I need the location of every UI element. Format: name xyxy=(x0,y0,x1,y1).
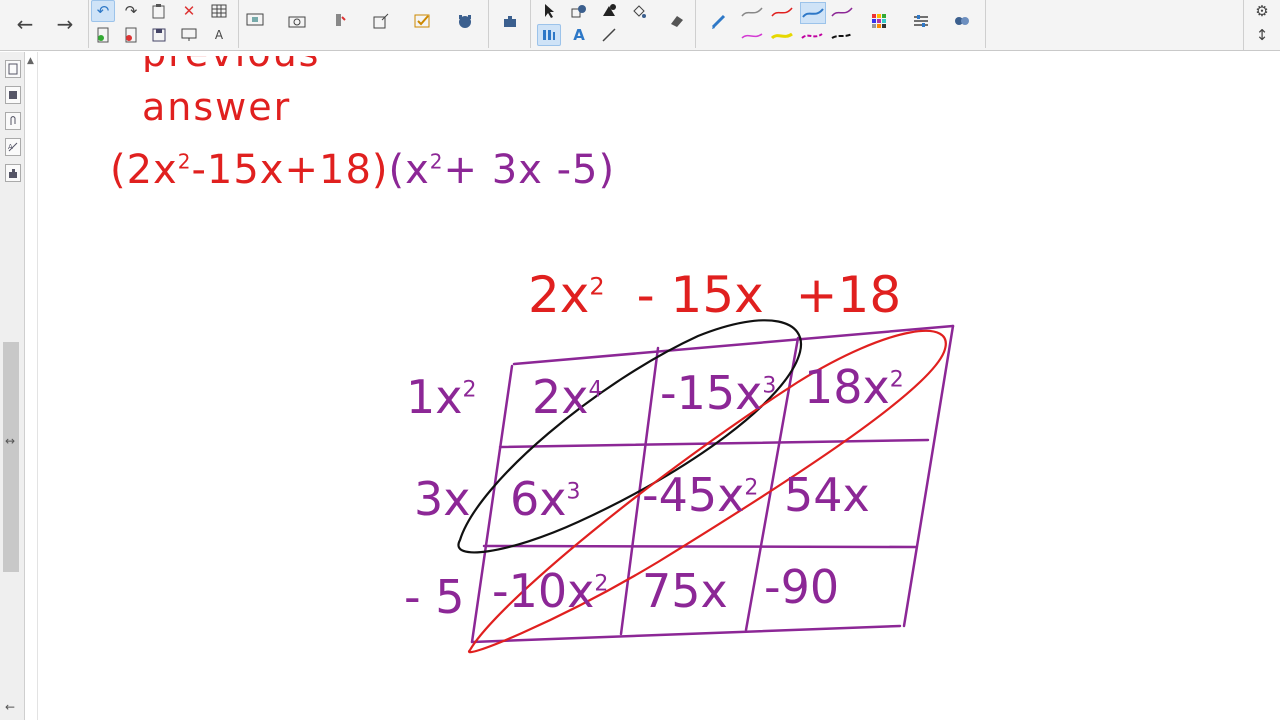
box-grid xyxy=(457,319,955,654)
table-icon[interactable] xyxy=(207,0,231,22)
cell-r1-c1: 2x4 xyxy=(532,370,603,424)
insert-icon[interactable] xyxy=(369,10,393,32)
camera-icon[interactable] xyxy=(285,10,309,32)
pen-sample-blue-active[interactable] xyxy=(800,2,826,24)
shapes-icon[interactable] xyxy=(567,0,591,22)
cell-r1-c3: 18x2 xyxy=(804,360,904,414)
whiteboard-canvas[interactable]: previous answer (2x2-15x+18)(x2+ 3x -5) … xyxy=(38,52,1280,720)
page-delete-icon[interactable] xyxy=(119,24,143,46)
activity-icon[interactable] xyxy=(453,10,477,32)
color-grid-icon[interactable] xyxy=(867,10,891,32)
check-icon[interactable] xyxy=(411,10,435,32)
svg-text:A: A xyxy=(8,143,13,151)
addon-group xyxy=(488,0,531,48)
undo-icon[interactable]: ↶ xyxy=(91,0,115,22)
cell-r3-c3: -90 xyxy=(764,560,840,614)
fill-icon[interactable] xyxy=(627,0,651,22)
cell-r1-c2: -15x3 xyxy=(660,366,777,420)
tools-group: A xyxy=(530,0,696,48)
page-edge: ▲ xyxy=(25,52,38,720)
cell-r2-c2: -45x2 xyxy=(642,468,759,522)
left-factor-1: 1x2 xyxy=(406,370,477,424)
save-icon[interactable] xyxy=(147,24,171,46)
link-icon[interactable] xyxy=(950,10,974,32)
line-icon[interactable] xyxy=(597,24,621,46)
addons-tab[interactable] xyxy=(5,164,21,182)
pen-sample-magenta[interactable] xyxy=(740,26,764,46)
pen-tool-icon[interactable] xyxy=(537,24,561,46)
pen-group xyxy=(695,0,986,48)
redo-icon[interactable]: ↷ xyxy=(119,0,143,22)
pen-sample-red[interactable] xyxy=(770,2,794,22)
cell-r2-c3: 54x xyxy=(784,468,870,522)
pen-sample-gray[interactable] xyxy=(740,2,764,22)
left-factor-2: 3x xyxy=(414,472,471,526)
cell-r2-c1: 6x3 xyxy=(510,472,581,526)
fill-shapes-icon[interactable] xyxy=(597,0,621,22)
arrow-left-icon[interactable]: ← xyxy=(10,2,40,46)
page-add-icon[interactable] xyxy=(91,24,115,46)
pen-sample-dashed-black[interactable] xyxy=(830,26,854,46)
attachments-tab[interactable] xyxy=(5,112,21,130)
main-toolbar: ← → ↶ ↷ ✕ A A xyxy=(0,0,1280,51)
pen-sample-yellow[interactable] xyxy=(770,26,794,46)
cell-r3-c1: -10x2 xyxy=(492,564,609,618)
pen-icon[interactable] xyxy=(707,10,731,32)
right-panel: ⚙ ↕ xyxy=(1243,0,1280,50)
nav-group: ← → xyxy=(0,0,89,48)
screen-shade-icon[interactable] xyxy=(243,10,267,32)
select-icon[interactable] xyxy=(537,0,561,22)
cell-r3-c2: 75x xyxy=(642,564,728,618)
pen-sample-dashed-magenta[interactable] xyxy=(800,26,824,46)
arrow-left-small-icon[interactable]: ← xyxy=(5,700,15,714)
paste-icon[interactable] xyxy=(147,0,171,22)
collapse-arrow-icon[interactable]: ↔ xyxy=(5,434,15,448)
addon-icon[interactable] xyxy=(498,10,522,32)
text-icon[interactable]: A xyxy=(567,24,591,46)
gear-icon[interactable]: ⚙ xyxy=(1250,0,1274,22)
properties-icon[interactable] xyxy=(909,10,933,32)
delete-icon[interactable]: ✕ xyxy=(177,0,201,22)
properties-tab[interactable]: A xyxy=(5,138,21,156)
eraser-icon[interactable] xyxy=(665,10,689,32)
display-icon[interactable] xyxy=(177,24,201,46)
handwriting-icon[interactable]: A xyxy=(207,24,231,46)
chevron-up-icon[interactable]: ▲ xyxy=(27,56,34,66)
insert-group xyxy=(238,0,489,48)
gallery-tab[interactable] xyxy=(5,86,21,104)
side-tab-bar: A ↔ ← xyxy=(0,52,25,720)
left-factor-3: - 5 xyxy=(404,570,465,624)
expand-icon[interactable]: ↕ xyxy=(1250,24,1274,46)
edit-group: ↶ ↷ ✕ A xyxy=(88,0,239,48)
pen-sample-purple[interactable] xyxy=(830,2,854,22)
page-sorter-tab[interactable] xyxy=(5,60,21,78)
highlight-icon[interactable] xyxy=(327,10,351,32)
arrow-right-icon[interactable]: → xyxy=(50,2,80,46)
sidebar-scrollbar[interactable] xyxy=(3,342,19,572)
